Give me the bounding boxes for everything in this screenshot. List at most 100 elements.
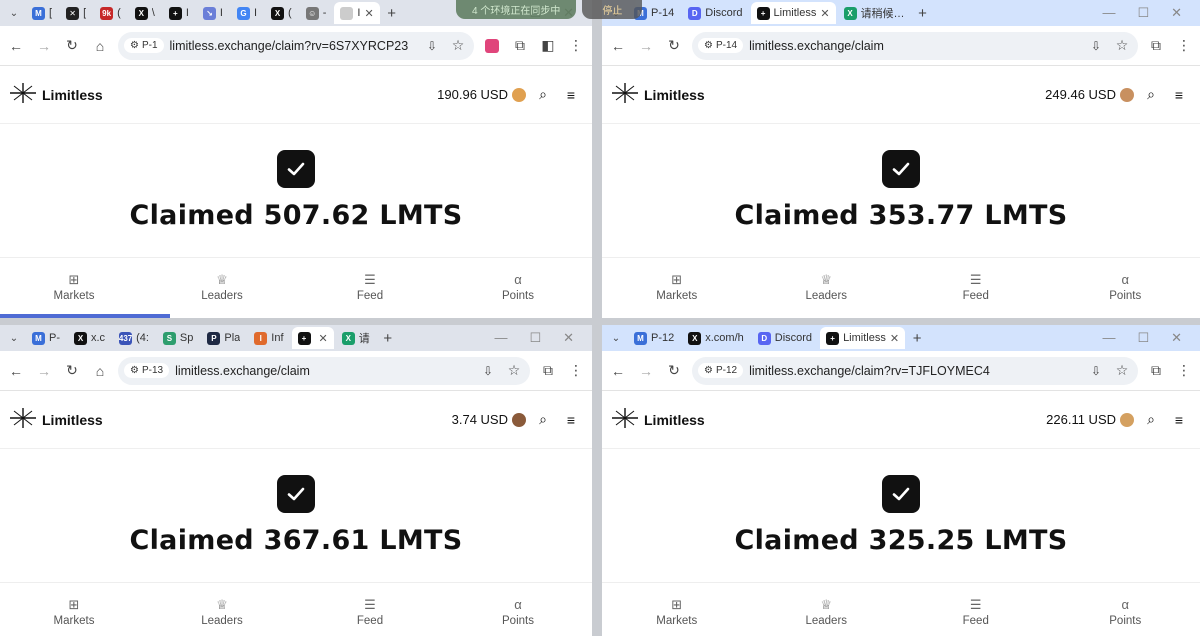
nav-item-leaders[interactable]: ♕ Leaders: [752, 583, 902, 636]
close-window-icon[interactable]: ✕: [1171, 330, 1182, 346]
nav-item-feed[interactable]: ☰ Feed: [296, 583, 444, 636]
browser-tab[interactable]: Xx.com/h: [682, 327, 750, 349]
browser-tab[interactable]: + ✕: [291, 327, 334, 349]
search-icon[interactable]: ⌕: [1140, 411, 1162, 428]
close-tab-icon[interactable]: ✕: [319, 332, 328, 345]
minimize-icon[interactable]: —: [1102, 330, 1115, 346]
forward-icon[interactable]: →: [636, 36, 656, 56]
profile-chip[interactable]: ⚙ P-14: [698, 38, 744, 53]
address-bar[interactable]: ⚙ P-14 limitless.exchange/claim ⇩ ☆: [692, 31, 1138, 60]
browser-tab[interactable]: X \: [129, 2, 161, 24]
bookmark-star-icon[interactable]: ☆: [504, 361, 524, 381]
extensions-puzzle-icon[interactable]: ⧉: [1146, 361, 1166, 381]
browser-tab[interactable]: X请: [336, 327, 376, 349]
browser-tab[interactable]: X(: [265, 2, 298, 24]
hamburger-menu-icon[interactable]: ≡: [1168, 87, 1190, 103]
nav-item-feed[interactable]: ☰ Feed: [296, 258, 444, 317]
nav-item-points[interactable]: α Points: [444, 258, 592, 317]
browser-tab[interactable]: Xx.c: [68, 327, 111, 349]
stop-sync-button[interactable]: 停止: [582, 0, 643, 19]
back-icon[interactable]: ←: [608, 361, 628, 381]
nav-item-markets[interactable]: ⊞ Markets: [0, 583, 148, 636]
browser-tab[interactable]: M P-12: [628, 327, 680, 349]
limitless-logo[interactable]: Limitless: [10, 408, 103, 431]
wallet-balance[interactable]: 3.74 USD: [452, 412, 526, 427]
limitless-logo[interactable]: Limitless: [10, 83, 103, 106]
bookmark-star-icon[interactable]: ☆: [1112, 36, 1132, 56]
side-panel-icon[interactable]: ◧: [538, 36, 558, 56]
close-tab-icon[interactable]: ✕: [364, 7, 373, 20]
new-tab-button[interactable]: +: [382, 5, 402, 22]
profile-chip[interactable]: ⚙ P-13: [124, 363, 170, 378]
nav-item-points[interactable]: α Points: [1051, 258, 1200, 317]
limitless-logo[interactable]: Limitless: [612, 408, 705, 431]
nav-item-leaders[interactable]: ♕ Leaders: [148, 258, 296, 317]
forward-icon[interactable]: →: [636, 361, 656, 381]
browser-tab[interactable]: ↘ I: [197, 2, 229, 24]
browser-tab[interactable]: I Inf: [248, 327, 289, 349]
browser-tab[interactable]: M[: [26, 2, 58, 24]
maximize-icon[interactable]: ☐: [1137, 5, 1149, 21]
wallet-balance[interactable]: 226.11 USD: [1046, 412, 1134, 427]
browser-tab[interactable]: P Pla: [201, 327, 246, 349]
browser-tab[interactable]: 437 (4:: [113, 327, 155, 349]
back-icon[interactable]: ←: [608, 36, 628, 56]
browser-tab[interactable]: D Discord: [752, 327, 818, 349]
forward-icon[interactable]: →: [34, 361, 54, 381]
bookmark-star-icon[interactable]: ☆: [1112, 361, 1132, 381]
search-icon[interactable]: ⌕: [532, 411, 554, 428]
browser-tab[interactable]: + Limitless ✕: [820, 327, 906, 349]
home-icon[interactable]: ⌂: [90, 361, 110, 381]
profile-chip[interactable]: ⚙ P-1: [124, 38, 164, 53]
close-tab-icon[interactable]: ✕: [820, 7, 829, 20]
maximize-icon[interactable]: ☐: [1137, 330, 1149, 346]
hamburger-menu-icon[interactable]: ≡: [560, 412, 582, 428]
new-tab-button[interactable]: +: [907, 330, 927, 347]
browser-menu-icon[interactable]: ⋮: [1174, 36, 1194, 56]
extension-pink-icon[interactable]: [482, 36, 502, 56]
extensions-puzzle-icon[interactable]: ⧉: [538, 361, 558, 381]
address-bar[interactable]: ⚙ P-1 limitless.exchange/claim?rv=6S7XYRCP…: [118, 31, 474, 60]
hamburger-menu-icon[interactable]: ≡: [560, 87, 582, 103]
tab-search-chevron-icon[interactable]: ⌄: [606, 328, 626, 348]
browser-tab[interactable]: ✕[: [60, 2, 92, 24]
browser-tab[interactable]: M P-: [26, 327, 66, 349]
wallet-balance[interactable]: 190.96 USD: [437, 87, 526, 102]
nav-item-feed[interactable]: ☰ Feed: [901, 583, 1051, 636]
address-bar[interactable]: ⚙ P-12 limitless.exchange/claim?rv=TJFLOYM…: [692, 356, 1138, 385]
wallet-balance[interactable]: 249.46 USD: [1045, 87, 1134, 102]
nav-item-points[interactable]: α Points: [444, 583, 592, 636]
browser-tab[interactable]: ☺ -: [300, 2, 333, 24]
extensions-puzzle-icon[interactable]: ⧉: [510, 36, 530, 56]
search-icon[interactable]: ⌕: [1140, 86, 1162, 103]
reload-icon[interactable]: ↻: [62, 36, 82, 56]
extensions-puzzle-icon[interactable]: ⧉: [1146, 36, 1166, 56]
browser-menu-icon[interactable]: ⋮: [566, 36, 586, 56]
nav-item-points[interactable]: α Points: [1051, 583, 1200, 636]
nav-item-leaders[interactable]: ♕ Leaders: [752, 258, 902, 317]
browser-tab[interactable]: GI: [231, 2, 263, 24]
search-icon[interactable]: ⌕: [532, 86, 554, 103]
close-window-icon[interactable]: ✕: [1171, 5, 1182, 21]
browser-tab[interactable]: X 请稍候…: [838, 2, 911, 24]
browser-tab[interactable]: D Discord: [682, 2, 748, 24]
hamburger-menu-icon[interactable]: ≡: [1168, 412, 1190, 428]
profile-chip[interactable]: ⚙ P-12: [698, 363, 744, 378]
minimize-icon[interactable]: —: [494, 330, 507, 346]
reload-icon[interactable]: ↻: [62, 361, 82, 381]
browser-menu-icon[interactable]: ⋮: [1174, 361, 1194, 381]
nav-item-leaders[interactable]: ♕ Leaders: [148, 583, 296, 636]
home-icon[interactable]: ⌂: [90, 36, 110, 56]
close-tab-icon[interactable]: ✕: [890, 332, 899, 345]
install-app-icon[interactable]: ⇩: [478, 361, 498, 381]
reload-icon[interactable]: ↻: [664, 36, 684, 56]
maximize-icon[interactable]: ☐: [529, 330, 541, 346]
browser-tab[interactable]: 9k(: [94, 2, 127, 24]
tab-search-chevron-icon[interactable]: ⌄: [4, 3, 24, 23]
new-tab-button[interactable]: +: [378, 330, 398, 347]
install-app-icon[interactable]: ⇩: [1086, 361, 1106, 381]
forward-icon[interactable]: →: [34, 36, 54, 56]
browser-menu-icon[interactable]: ⋮: [566, 361, 586, 381]
new-tab-button[interactable]: +: [913, 5, 933, 22]
reload-icon[interactable]: ↻: [664, 361, 684, 381]
